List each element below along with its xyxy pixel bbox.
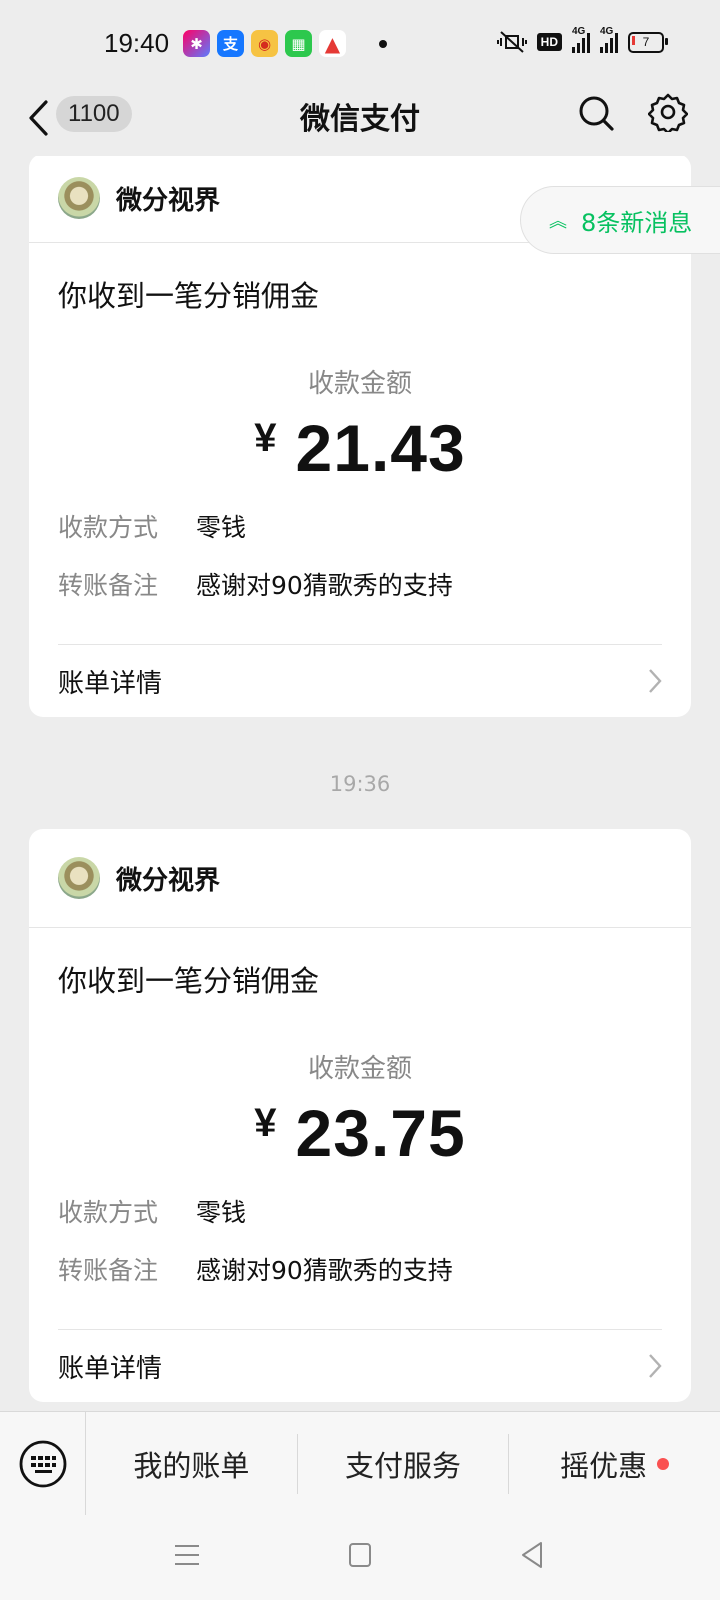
field-label: 转账备注 [58, 1256, 159, 1285]
field-label: 收款方式 [58, 513, 159, 542]
field-label: 转账备注 [58, 571, 159, 600]
amount-value: ¥23.75 [254, 1096, 466, 1170]
red-app-icon: ▲ [319, 30, 346, 57]
weibo-icon: ◉ [251, 30, 278, 57]
alipay-icon: 支 [217, 30, 244, 57]
field-label: 收款方式 [58, 1198, 159, 1227]
hd-icon: HD [536, 33, 562, 51]
system-navigation-bar [0, 1515, 720, 1600]
search-button[interactable] [578, 94, 616, 138]
field-value: 零钱 [196, 1198, 247, 1227]
back-triangle-icon[interactable] [520, 1541, 544, 1569]
double-chevron-up-icon: ︽ [549, 211, 567, 232]
card-title: 你收到一笔分销佣金 [58, 964, 320, 998]
notification-icons: ✱ 支 ◉ ▦ ▲ [183, 30, 387, 57]
status-bar: 19:40 ✱ 支 ◉ ▦ ▲ HD 4G 4G 7 [0, 0, 720, 80]
bottom-menu: 我的账单 支付服务 摇优惠 [0, 1411, 720, 1516]
bill-detail-label: 账单详情 [58, 1353, 163, 1384]
system-status-icons: HD 4G 4G 7 [496, 26, 668, 54]
mute-vibrate-icon [496, 31, 527, 53]
message-timestamp: 19:36 [329, 772, 391, 796]
new-messages-label: 8条新消息 [581, 208, 693, 237]
status-time: 19:40 [104, 28, 170, 58]
nav-bar: 1100 微信支付 [0, 80, 720, 156]
menu-shake-deals[interactable]: 摇优惠 [509, 1434, 720, 1494]
amount-label: 收款金额 [307, 1054, 412, 1084]
chevron-right-icon [649, 669, 662, 693]
message-list[interactable]: 微分视界 你收到一笔分销佣金 收款金额 ¥21.43 收款方式 零钱 转账备注 … [0, 156, 720, 1411]
settings-button[interactable] [647, 92, 689, 136]
merchant-name: 微分视界 [116, 185, 221, 216]
bill-detail-link[interactable]: 账单详情 [58, 645, 662, 717]
gear-icon [647, 93, 689, 135]
payment-method-row: 收款方式 零钱 [58, 1193, 662, 1229]
transfer-note-row: 转账备注 感谢对90猜歌秀的支持 [58, 566, 662, 602]
signal-4g-2-icon: 4G [600, 26, 618, 53]
avatar[interactable] [58, 857, 100, 899]
card-header[interactable]: 微分视界 [29, 829, 691, 928]
amount-value: ¥21.43 [254, 411, 466, 485]
bill-detail-label: 账单详情 [58, 668, 163, 699]
payment-method-row: 收款方式 零钱 [58, 508, 662, 544]
signal-4g-icon: 4G [572, 26, 590, 53]
keyboard-toggle-button[interactable] [0, 1412, 86, 1516]
search-icon [579, 96, 614, 131]
currency-symbol: ¥ [254, 416, 278, 460]
field-value: 感谢对90猜歌秀的支持 [196, 571, 453, 600]
chevron-right-icon [649, 1354, 662, 1378]
transfer-note-row: 转账备注 感谢对90猜歌秀的支持 [58, 1251, 662, 1287]
menu-icon[interactable] [174, 1543, 200, 1567]
bill-detail-link[interactable]: 账单详情 [58, 1330, 662, 1402]
menu-payment-services[interactable]: 支付服务 [298, 1434, 510, 1494]
new-messages-button[interactable]: ︽ 8条新消息 [520, 186, 720, 254]
home-icon[interactable] [348, 1542, 372, 1568]
merchant-name: 微分视界 [116, 865, 221, 896]
payment-card[interactable]: 微分视界 你收到一笔分销佣金 收款金额 ¥23.75 收款方式 零钱 转账备注 … [29, 829, 691, 1402]
green-app-icon: ▦ [285, 30, 312, 57]
menu-my-bills[interactable]: 我的账单 [86, 1434, 298, 1494]
app-store-icon: ✱ [183, 30, 210, 57]
notification-dot [657, 1458, 670, 1470]
card-title: 你收到一笔分销佣金 [58, 279, 320, 313]
avatar[interactable] [58, 177, 100, 219]
amount-label: 收款金额 [307, 369, 412, 399]
battery-icon: 7 [628, 31, 668, 53]
keyboard-icon [19, 1440, 66, 1488]
currency-symbol: ¥ [254, 1101, 278, 1145]
dot-icon [379, 39, 387, 48]
field-value: 零钱 [196, 513, 247, 542]
field-value: 感谢对90猜歌秀的支持 [196, 1256, 453, 1285]
